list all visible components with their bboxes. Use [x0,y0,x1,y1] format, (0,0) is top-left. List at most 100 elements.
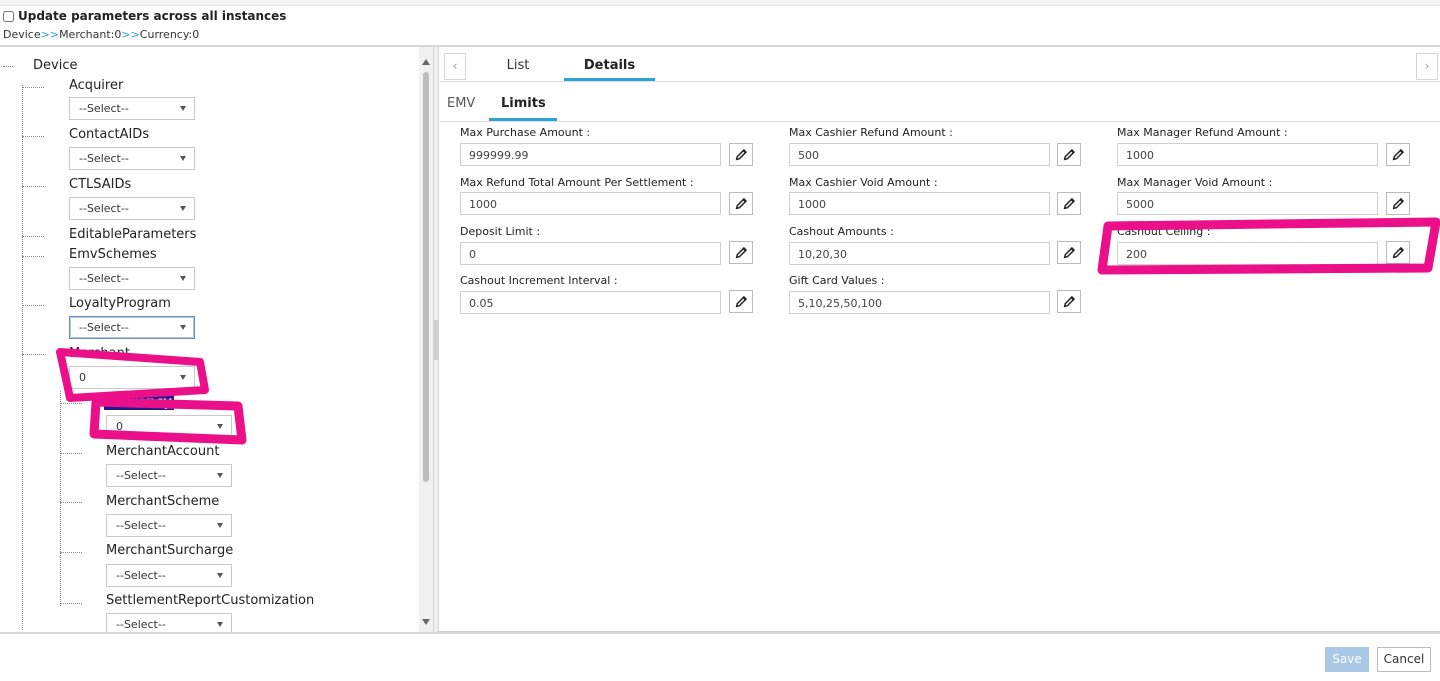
tab-details[interactable]: Details [564,58,655,73]
tree-node-editableparameters[interactable]: EditableParameters [69,227,196,242]
pencil-icon [735,246,747,259]
edit-max-refund-total-button[interactable] [729,192,753,215]
pencil-icon [1392,148,1404,161]
save-button[interactable]: Save [1325,647,1369,672]
tree-connector [60,552,82,553]
edit-cashout-increment-interval-button[interactable] [729,290,753,313]
subtab-emv[interactable]: EMV [447,96,475,111]
breadcrumb-merchant[interactable]: Merchant:0 [59,28,121,41]
tree-node-currency[interactable]: Currency [104,395,174,410]
cashout-amounts-label: Cashout Amounts : [789,225,894,238]
max-cashier-void-amount-field[interactable]: 1000 [789,192,1050,215]
max-manager-void-amount-label: Max Manager Void Amount : [1117,176,1273,189]
emvschemes-select[interactable]: --Select-- [69,267,195,290]
contactaids-select-value: --Select-- [79,152,129,165]
merchant-select-value: 0 [79,371,86,384]
max-cashier-void-amount-label: Max Cashier Void Amount : [789,176,938,189]
dropdown-caret-icon [180,375,186,380]
max-cashier-refund-amount-label: Max Cashier Refund Amount : [789,126,953,139]
subtab-limits[interactable]: Limits [501,96,546,111]
dropdown-caret-icon [180,276,186,281]
tree-node-contactaids[interactable]: ContactAIDs [69,127,149,142]
scroll-up-arrow-icon[interactable] [422,59,430,65]
pencil-icon [735,148,747,161]
breadcrumb-separator: >> [121,28,140,41]
pencil-icon [735,197,747,210]
acquirer-select[interactable]: --Select-- [69,97,195,120]
tree-connector [22,87,44,88]
pencil-icon [1063,246,1075,259]
chevron-right-icon: › [1424,59,1430,73]
max-manager-void-amount-field[interactable]: 5000 [1117,192,1378,215]
dropdown-caret-icon [217,473,223,478]
tree-root-device[interactable]: Device [33,58,77,73]
cashout-increment-interval-field[interactable]: 0.05 [460,291,721,314]
tree-node-loyaltyprogram[interactable]: LoyaltyProgram [69,296,171,311]
deposit-limit-label: Deposit Limit : [460,225,541,238]
edit-max-manager-refund-amount-button[interactable] [1386,143,1410,166]
tree-node-acquirer[interactable]: Acquirer [69,78,123,93]
max-cashier-refund-amount-field[interactable]: 500 [789,143,1050,166]
top-strip [0,0,1440,6]
dropdown-caret-icon [180,325,186,330]
parameter-tree: Device Acquirer --Select-- ContactAIDs -… [0,47,433,632]
tree-node-merchantaccount[interactable]: MerchantAccount [106,444,219,459]
cancel-button[interactable]: Cancel [1377,647,1431,672]
tree-node-settlementreportcustomization[interactable]: SettlementReportCustomization [106,593,314,608]
merchantaccount-select-value: --Select-- [116,469,166,482]
settlementreportcustomization-select[interactable]: --Select-- [106,613,232,632]
gift-card-values-label: Gift Card Values : [789,274,885,287]
tab-prev-button[interactable]: ‹ [444,53,466,80]
max-purchase-amount-label: Max Purchase Amount : [460,126,591,139]
scroll-down-arrow-icon[interactable] [422,619,430,625]
update-all-instances-row[interactable]: Update parameters across all instances [3,8,286,24]
tree-connector [22,256,44,257]
currency-select[interactable]: 0 [106,415,232,438]
tree-node-ctlsaids[interactable]: CTLSAIDs [69,177,131,192]
tree-node-merchantsurcharge[interactable]: MerchantSurcharge [106,543,233,558]
max-purchase-amount-field[interactable]: 999999.99 [460,143,721,166]
merchantaccount-select[interactable]: --Select-- [106,464,232,487]
max-manager-refund-amount-field[interactable]: 1000 [1117,143,1378,166]
edit-deposit-limit-button[interactable] [729,241,753,264]
edit-max-cashier-void-amount-button[interactable] [1057,192,1081,215]
contactaids-select[interactable]: --Select-- [69,147,195,170]
tree-connector [22,186,44,187]
tree-connector [22,85,23,630]
pencil-icon [1063,148,1075,161]
tree-connector [22,305,44,306]
breadcrumb-device[interactable]: Device [3,28,41,41]
edit-cashout-amounts-button[interactable] [1057,241,1081,264]
cashout-ceiling-field[interactable]: 200 [1117,242,1378,265]
emvschemes-select-value: --Select-- [79,272,129,285]
edit-max-purchase-amount-button[interactable] [729,143,753,166]
tab-list[interactable]: List [496,58,540,73]
gift-card-values-field[interactable]: 5,10,25,50,100 [789,291,1050,314]
tree-scrollbar-thumb[interactable] [423,72,429,482]
update-all-instances-checkbox[interactable] [3,10,14,22]
chevron-left-icon: ‹ [452,59,458,73]
edit-gift-card-values-button[interactable] [1057,290,1081,313]
deposit-limit-field[interactable]: 0 [460,242,721,265]
max-manager-refund-amount-label: Max Manager Refund Amount : [1117,126,1288,139]
breadcrumb: Device>>Merchant:0>>Currency:0 [3,28,199,41]
max-refund-total-field[interactable]: 1000 [460,192,721,215]
splitter-grip[interactable] [434,320,438,360]
edit-max-manager-void-amount-button[interactable] [1386,192,1410,215]
breadcrumb-currency[interactable]: Currency:0 [140,28,199,41]
merchantsurcharge-select[interactable]: --Select-- [106,564,232,587]
tree-node-emvschemes[interactable]: EmvSchemes [69,247,157,262]
edit-max-cashier-refund-amount-button[interactable] [1057,143,1081,166]
tree-node-merchant[interactable]: Merchant [69,346,130,361]
merchantscheme-select[interactable]: --Select-- [106,514,232,537]
ctlsaids-select[interactable]: --Select-- [69,197,195,220]
tree-node-merchantscheme[interactable]: MerchantScheme [106,494,219,509]
edit-cashout-ceiling-button[interactable] [1386,241,1410,264]
tab-next-button[interactable]: › [1416,53,1438,80]
footer-divider [0,632,1440,634]
merchantsurcharge-select-value: --Select-- [116,569,166,582]
merchant-select[interactable]: 0 [69,366,195,389]
loyaltyprogram-select[interactable]: --Select-- [69,316,195,339]
cashout-amounts-field[interactable]: 10,20,30 [789,242,1050,265]
loyaltyprogram-select-value: --Select-- [79,321,129,334]
